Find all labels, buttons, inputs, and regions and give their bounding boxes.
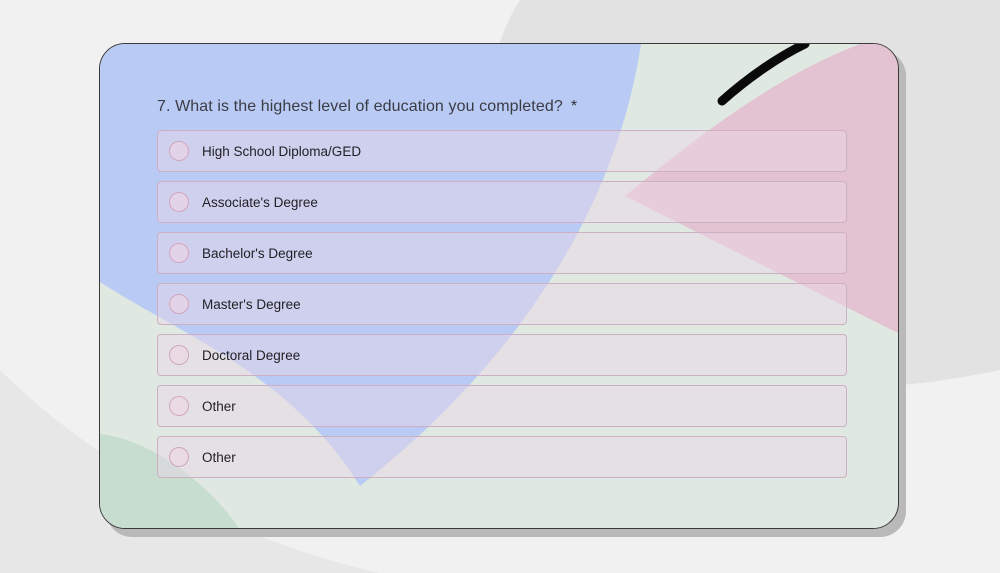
option-doctoral[interactable]: Doctoral Degree: [157, 334, 847, 376]
question-text: 7. What is the highest level of educatio…: [157, 98, 563, 115]
radio-button[interactable]: [169, 345, 189, 365]
option-label: Associate's Degree: [202, 195, 318, 210]
radio-button[interactable]: [169, 141, 189, 161]
required-asterisk: *: [570, 98, 578, 115]
radio-button[interactable]: [169, 243, 189, 263]
option-other-2[interactable]: Other: [157, 436, 847, 478]
option-bachelors[interactable]: Bachelor's Degree: [157, 232, 847, 274]
option-label: Bachelor's Degree: [202, 246, 313, 261]
answer-options: High School Diploma/GED Associate's Degr…: [157, 130, 847, 487]
option-other-1[interactable]: Other: [157, 385, 847, 427]
option-label: Doctoral Degree: [202, 348, 301, 363]
radio-button[interactable]: [169, 447, 189, 467]
radio-button[interactable]: [169, 294, 189, 314]
option-high-school[interactable]: High School Diploma/GED: [157, 130, 847, 172]
option-label: High School Diploma/GED: [202, 144, 362, 159]
page-background: 7. What is the highest level of educatio…: [0, 0, 1000, 573]
question-title: 7. What is the highest level of educatio…: [157, 98, 577, 116]
option-associates[interactable]: Associate's Degree: [157, 181, 847, 223]
survey-card: 7. What is the highest level of educatio…: [99, 43, 899, 529]
radio-button[interactable]: [169, 192, 189, 212]
option-label: Other: [202, 399, 236, 414]
option-masters[interactable]: Master's Degree: [157, 283, 847, 325]
radio-button[interactable]: [169, 396, 189, 416]
option-label: Master's Degree: [202, 297, 301, 312]
option-label: Other: [202, 450, 236, 465]
